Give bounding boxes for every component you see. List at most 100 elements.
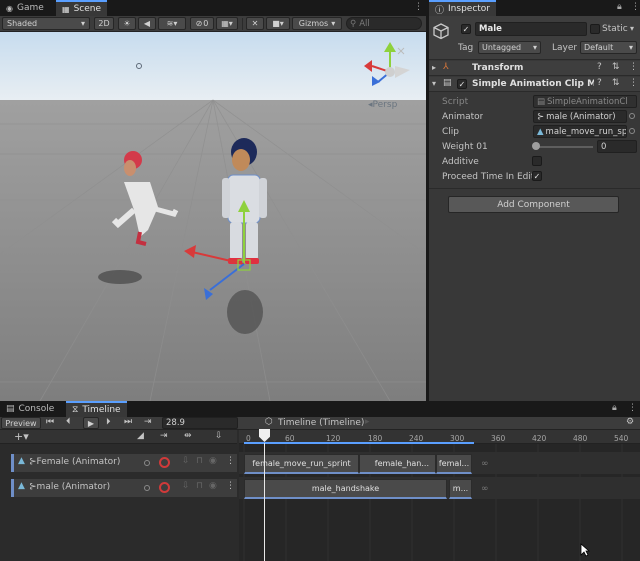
static-checkbox[interactable] <box>590 24 600 34</box>
layer-dropdown[interactable]: Default ▾ <box>580 41 637 54</box>
infinity-icon: ∞ <box>481 459 489 469</box>
hidden-objects-toggle[interactable]: ⊘ 0 <box>190 17 214 30</box>
lock-icon[interactable]: ⊓ <box>196 481 203 491</box>
curves-icon[interactable]: ⇩ <box>182 481 190 491</box>
track-menu-icon[interactable]: ⋮ <box>226 456 235 466</box>
component-menu-icon[interactable]: ⋮ <box>629 62 638 72</box>
tag-dropdown[interactable]: Untagged ▾ <box>478 41 541 54</box>
component-enabled-checkbox[interactable]: ✓ <box>457 79 467 89</box>
tab-inspector[interactable]: ⓘ Inspector <box>429 0 496 16</box>
mute-icon[interactable]: ◉ <box>209 456 217 466</box>
loop-range-icon[interactable]: ⇥ <box>144 417 152 427</box>
mode-2d-toggle[interactable]: 2D <box>94 17 114 30</box>
shading-mode-dropdown[interactable]: Shaded ▾ <box>2 17 90 30</box>
track-binding-label[interactable]: ⊱Female (Animator) <box>29 457 147 467</box>
mute-icon[interactable]: ◉ <box>209 481 217 491</box>
tools-toggle[interactable]: ✕ <box>246 17 264 30</box>
previous-frame-icon[interactable]: ⏴ <box>66 417 71 427</box>
chevron-down-icon[interactable]: ▾ <box>630 24 634 33</box>
ruler-tick-label: 240 <box>409 434 424 443</box>
next-frame-icon[interactable]: ⏵ <box>106 417 111 427</box>
clip-female-run-sprint[interactable]: female_move_run_sprint <box>244 454 359 474</box>
eye-slash-icon: ⊘ <box>195 19 203 28</box>
clip-female-third[interactable]: femal... <box>436 454 472 474</box>
console-icon: ▤ <box>6 404 15 414</box>
tab-menu-icon[interactable]: ⋮ <box>414 2 423 12</box>
tab-timeline[interactable]: ⧖ Timeline <box>66 401 127 417</box>
track-menu-icon[interactable]: ⋮ <box>226 481 235 491</box>
preview-toggle[interactable]: Preview <box>1 417 41 429</box>
help-icon[interactable]: ? <box>597 62 602 72</box>
scene-search-input[interactable]: ⚲ All <box>346 17 422 30</box>
help-icon[interactable]: ? <box>597 78 602 88</box>
proceed-time-checkbox[interactable]: ✓ <box>532 171 542 181</box>
clip-label: Clip <box>442 127 459 137</box>
component-transform[interactable]: ▸ ⅄ Transform ? ⇅ ⋮ <box>429 61 640 76</box>
go-to-end-icon[interactable]: ⏭ <box>124 417 132 427</box>
timeline-asset-label: Timeline (Timeline) <box>278 418 365 428</box>
weight-slider-handle[interactable] <box>532 142 540 150</box>
grid-toggle[interactable]: ▦▾ <box>216 17 238 30</box>
tab-console[interactable]: ▤ Console <box>0 401 60 417</box>
object-picker-icon[interactable] <box>629 113 635 119</box>
weight-slider-track[interactable] <box>535 146 593 148</box>
record-button[interactable] <box>159 482 170 493</box>
audio-toggle[interactable]: ◀ <box>138 17 156 30</box>
ruler-tick-label: 540 <box>614 434 629 443</box>
ruler-tick-label: 420 <box>532 434 547 443</box>
track-binding-label[interactable]: ⊱male (Animator) <box>29 482 147 492</box>
clip-male-handshake[interactable]: male_handshake <box>244 479 447 499</box>
object-active-checkbox[interactable]: ✓ <box>461 24 471 34</box>
preset-icon[interactable]: ⇅ <box>612 62 620 72</box>
clip-female-handshake[interactable]: female_han... <box>359 454 436 474</box>
curves-icon[interactable]: ⇩ <box>182 456 190 466</box>
clip-male-second[interactable]: m... <box>449 479 472 499</box>
timeline-asset-icon: ⬡ <box>265 417 273 427</box>
script-icon: ▤ <box>443 78 452 88</box>
lock-icon[interactable]: ⊓ <box>196 456 203 466</box>
lighting-toggle[interactable]: ☀ <box>118 17 136 30</box>
clip-field[interactable]: ▲ male_move_run_spr <box>533 125 627 138</box>
animator-field[interactable]: ⊱ male (Animator) <box>533 110 627 123</box>
go-to-start-icon[interactable]: ⏮ <box>46 417 54 427</box>
track-header-female[interactable]: ▲ ⊱Female (Animator) ⇩ ⊓ ◉ ⋮ <box>11 454 237 472</box>
add-component-button[interactable]: Add Component <box>448 196 619 213</box>
lock-icon[interactable]: 🔒︎ <box>617 2 622 12</box>
settings-gear-icon[interactable]: ⚙ <box>626 417 634 427</box>
playhead-line <box>264 443 265 561</box>
track-header-male[interactable]: ▲ ⊱male (Animator) ⇩ ⊓ ◉ ⋮ <box>11 479 237 497</box>
additive-checkbox[interactable] <box>532 156 542 166</box>
tab-menu-icon[interactable]: ⋮ <box>628 403 637 413</box>
camera-dropdown[interactable]: ■▾ <box>266 17 290 30</box>
grid-icon: ▦ <box>62 4 70 14</box>
add-track-icon[interactable]: +▾ <box>14 430 29 443</box>
persp-label[interactable]: ◂Persp <box>368 100 397 110</box>
infinity-icon: ∞ <box>481 484 489 494</box>
effects-dropdown[interactable]: ≋▾ <box>158 17 186 30</box>
play-button[interactable]: ▶ <box>83 417 99 429</box>
snap-icon[interactable]: ◢ <box>137 431 144 441</box>
record-button[interactable] <box>159 457 170 468</box>
object-picker-icon[interactable] <box>629 128 635 134</box>
current-time-input[interactable]: 28.9 <box>162 417 238 429</box>
track-toolbar: +▾ ◢ ⇥ ⇹ ⇩ <box>0 430 237 444</box>
scene-viewport[interactable]: ◂Persp <box>0 32 426 401</box>
object-picker-icon[interactable] <box>144 485 150 491</box>
preset-icon[interactable]: ⇅ <box>612 78 620 88</box>
chevron-right-icon: ▸ <box>365 417 370 427</box>
component-clip-mixer[interactable]: ▾ ▤ ✓ Simple Animation Clip Mixe ? ⇅ ⋮ <box>429 77 640 92</box>
timeline-icon: ⧖ <box>72 405 79 415</box>
object-picker-icon[interactable] <box>144 460 150 466</box>
pin-icon[interactable]: ⇩ <box>215 431 223 441</box>
tab-game[interactable]: ◉ Game <box>0 0 50 16</box>
object-name-input[interactable]: Male <box>475 22 587 36</box>
weight-input[interactable]: 0 <box>597 140 637 153</box>
tab-scene[interactable]: ▦ Scene <box>56 0 108 16</box>
gizmos-dropdown[interactable]: Gizmos ▾ <box>292 17 342 30</box>
component-menu-icon[interactable]: ⋮ <box>629 78 638 88</box>
tab-menu-icon[interactable]: ⋮ <box>631 2 640 12</box>
ripple-icon[interactable]: ⇥ <box>160 431 168 441</box>
lock-icon[interactable]: 🔒︎ <box>612 403 617 413</box>
edit-mode-icon[interactable]: ⇹ <box>184 431 192 441</box>
gamepad-icon: ◉ <box>6 3 13 13</box>
